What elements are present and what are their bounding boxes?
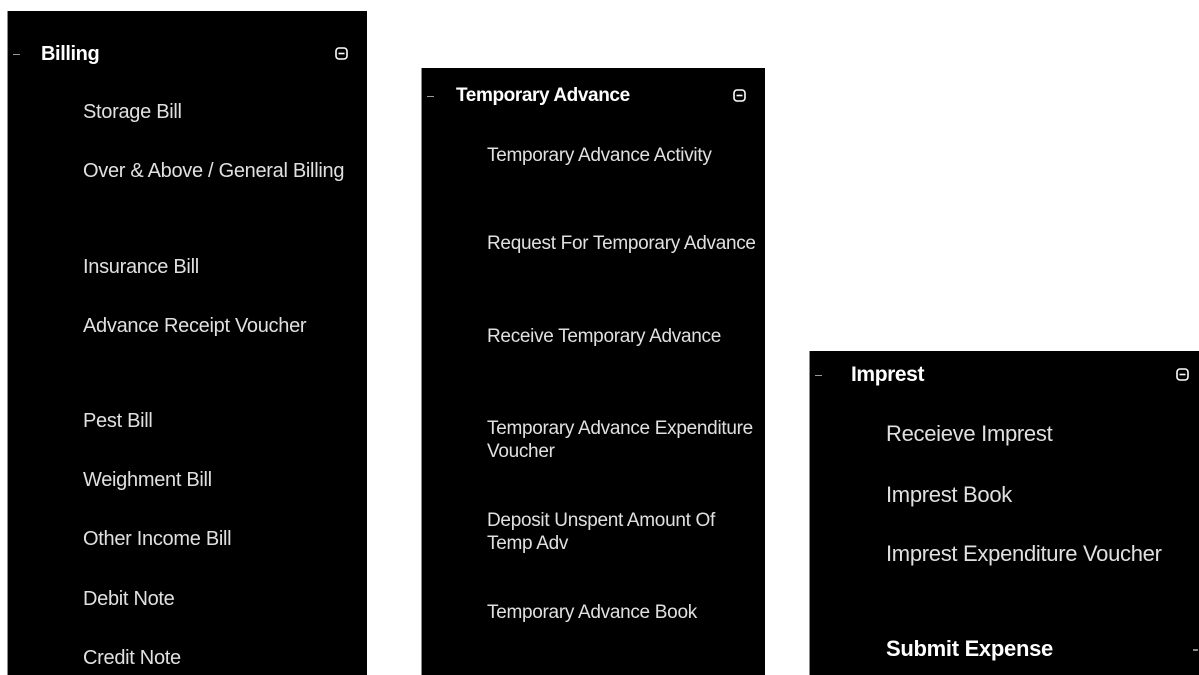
menu-item-storage-bill[interactable]: Storage Bill bbox=[83, 100, 363, 124]
billing-group-header[interactable]: Billing bbox=[7, 41, 367, 67]
menu-item-credit-note[interactable]: Credit Note bbox=[83, 646, 363, 670]
menu-item-temporary-advance-book[interactable]: Temporary Advance Book bbox=[487, 601, 759, 624]
imprest-group-title: Imprest bbox=[851, 363, 925, 386]
menu-item-request-for-temporary-advance[interactable]: Request For Temporary Advance bbox=[487, 232, 759, 255]
tree-branch-dash bbox=[815, 375, 822, 376]
imprest-menu-panel: Imprest Receieve Imprest Imprest Book Im… bbox=[809, 351, 1199, 675]
menu-item-imprest-book[interactable]: Imprest Book bbox=[886, 482, 1186, 507]
imprest-group-header[interactable]: Imprest bbox=[809, 362, 1199, 388]
menu-item-receieve-imprest[interactable]: Receieve Imprest bbox=[886, 421, 1186, 446]
menu-item-temporary-advance-expenditure-voucher[interactable]: Temporary Advance Expenditure Voucher bbox=[487, 417, 759, 463]
menu-item-weighment-bill[interactable]: Weighment Bill bbox=[83, 468, 363, 492]
menu-item-insurance-bill[interactable]: Insurance Bill bbox=[83, 255, 363, 279]
active-indicator bbox=[1193, 649, 1198, 651]
menu-item-imprest-expenditure-voucher[interactable]: Imprest Expenditure Voucher bbox=[886, 541, 1186, 566]
tree-guide-line bbox=[7, 11, 8, 675]
menu-item-debit-note[interactable]: Debit Note bbox=[83, 587, 363, 611]
menu-item-pest-bill[interactable]: Pest Bill bbox=[83, 409, 363, 433]
menu-item-receive-temporary-advance[interactable]: Receive Temporary Advance bbox=[487, 325, 759, 348]
menu-item-over-above-general-billing[interactable]: Over & Above / General Billing bbox=[83, 159, 363, 183]
temporary-advance-group-header[interactable]: Temporary Advance bbox=[421, 83, 765, 109]
collapse-icon[interactable] bbox=[335, 47, 348, 60]
tree-branch-dash bbox=[427, 96, 434, 97]
temporary-advance-group-title: Temporary Advance bbox=[456, 85, 630, 106]
menu-item-temporary-advance-activity[interactable]: Temporary Advance Activity bbox=[487, 144, 759, 167]
menu-item-submit-expense[interactable]: Submit Expense bbox=[886, 636, 1186, 661]
tree-guide-line bbox=[421, 68, 422, 675]
collapse-icon[interactable] bbox=[1176, 368, 1189, 381]
tree-guide-line bbox=[809, 351, 810, 675]
tree-branch-dash bbox=[13, 54, 20, 55]
menu-item-deposit-unspent-amount[interactable]: Deposit Unspent Amount Of Temp Adv bbox=[487, 509, 759, 555]
billing-menu-panel: Billing Storage Bill Over & Above / Gene… bbox=[7, 11, 367, 675]
menu-item-other-income-bill[interactable]: Other Income Bill bbox=[83, 527, 363, 551]
menu-item-advance-receipt-voucher[interactable]: Advance Receipt Voucher bbox=[83, 314, 363, 338]
temporary-advance-menu-panel: Temporary Advance Temporary Advance Acti… bbox=[421, 68, 765, 675]
collapse-icon[interactable] bbox=[733, 89, 746, 102]
billing-group-title: Billing bbox=[41, 43, 100, 65]
